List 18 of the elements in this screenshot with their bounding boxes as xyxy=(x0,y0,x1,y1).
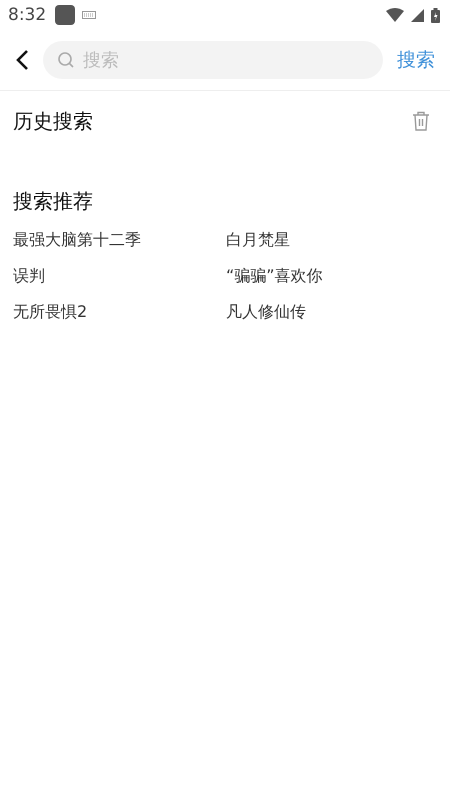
trash-icon[interactable] xyxy=(412,111,430,131)
suggestion-link[interactable]: 最强大脑第十二季 xyxy=(13,229,141,251)
section-title: 搜索推荐 xyxy=(13,188,93,214)
wifi-icon xyxy=(386,8,404,22)
search-field[interactable]: 搜索 xyxy=(43,41,383,79)
suggestion-link[interactable]: “骗骗”喜欢你 xyxy=(226,265,323,287)
status-time: 8:32 xyxy=(8,5,46,25)
app-notification-icon xyxy=(55,5,76,25)
suggestion-link[interactable]: 无所畏惧2 xyxy=(13,301,88,323)
keyboard-icon xyxy=(82,11,96,19)
search-icon xyxy=(57,51,75,69)
suggestion-link[interactable]: 凡人修仙传 xyxy=(226,301,306,323)
suggestion-link[interactable]: 误判 xyxy=(13,265,45,287)
battery-icon xyxy=(431,8,440,22)
back-icon[interactable] xyxy=(15,49,29,71)
section-title: 历史搜索 xyxy=(13,108,93,134)
signal-icon xyxy=(411,8,424,22)
suggestion-link[interactable]: 白月梵星 xyxy=(226,229,290,251)
